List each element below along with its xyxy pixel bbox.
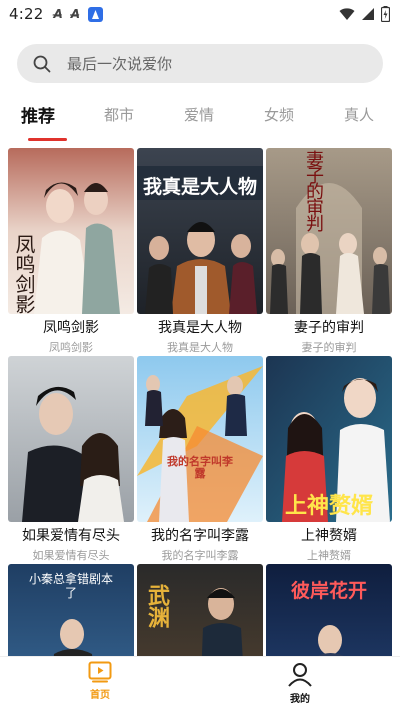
- drama-title[interactable]: 妻子的审判: [266, 317, 392, 337]
- drama-title[interactable]: 我真是大人物: [137, 317, 263, 337]
- battery-charging-icon: [381, 6, 390, 22]
- drama-title[interactable]: 凤鸣剑影: [8, 317, 134, 337]
- drama-card[interactable]: 彼岸花开: [266, 564, 392, 656]
- drama-poster[interactable]: 彼岸花开: [266, 564, 392, 656]
- search-bar[interactable]: 最后一次说爱你: [17, 44, 383, 83]
- status-time: 4:22: [9, 5, 44, 23]
- category-tabs: 推荐 都市 爱情 女频 真人: [0, 96, 400, 141]
- drama-subtitle: 妻子的审判: [301, 341, 357, 354]
- drama-subtitle: 如果爱情有尽头: [32, 549, 110, 562]
- drama-card[interactable]: 我的名字叫李露 我的名字叫李露 我的名字叫李露: [137, 356, 263, 563]
- notification-icons: A̶ A̶: [53, 6, 104, 22]
- tab-female[interactable]: 女频: [264, 104, 294, 125]
- poster-title-text: 我真是大人物: [142, 176, 257, 198]
- drama-poster[interactable]: 凤鸣剑影: [8, 148, 134, 314]
- drama-poster[interactable]: 我的名字叫李露: [137, 356, 263, 522]
- nav-mine-label: 我的: [290, 694, 310, 705]
- a-notification-icon: A̶: [70, 7, 81, 21]
- system-icons: [339, 6, 390, 22]
- drama-card[interactable]: 妻子的审判 妻子的审判 妻子的审判: [266, 148, 392, 355]
- nav-mine[interactable]: 我的: [260, 661, 340, 705]
- poster-title-text: 凤鸣剑影: [12, 234, 36, 314]
- drama-card[interactable]: 凤鸣剑影 凤鸣剑影 凤鸣剑影: [8, 148, 134, 355]
- tab-live-action[interactable]: 真人: [344, 104, 374, 125]
- drama-subtitle: 我的名字叫李露: [161, 549, 239, 562]
- nav-home[interactable]: 首页: [60, 661, 140, 701]
- search-placeholder: 最后一次说爱你: [67, 55, 173, 73]
- active-tab-indicator: [28, 138, 67, 141]
- poster-title-text: 妻子的审判: [303, 150, 324, 230]
- a-notification-icon: A̶: [53, 7, 63, 21]
- drama-poster[interactable]: 我真是大人物: [137, 148, 263, 314]
- drama-title[interactable]: 如果爱情有尽头: [8, 525, 134, 545]
- poster-title-text: 上神赘婿: [284, 494, 373, 519]
- poster-title-text: 我的名字叫李露: [167, 455, 233, 480]
- drama-poster[interactable]: [8, 356, 134, 522]
- drama-title[interactable]: 上神赘婿: [266, 525, 392, 545]
- tab-romance[interactable]: 爱情: [184, 104, 214, 125]
- drama-card[interactable]: 上神赘婿 上神赘婿 上神赘婿: [266, 356, 392, 563]
- drama-card[interactable]: 武渊: [137, 564, 263, 656]
- app-notification-icon: [88, 6, 104, 22]
- drama-subtitle: 凤鸣剑影: [49, 341, 93, 354]
- tab-recommend[interactable]: 推荐: [21, 102, 55, 127]
- poster-title-text: 武渊: [144, 584, 170, 628]
- poster-title-text: 小秦总拿错剧本了: [28, 572, 113, 600]
- drama-poster[interactable]: 小秦总拿错剧本了: [8, 564, 134, 656]
- search-icon: [33, 55, 51, 72]
- drama-card[interactable]: 如果爱情有尽头 如果爱情有尽头: [8, 356, 134, 563]
- drama-poster[interactable]: 武渊: [137, 564, 263, 656]
- drama-title[interactable]: 我的名字叫李露: [137, 525, 263, 545]
- wifi-icon: [339, 8, 355, 20]
- user-profile-icon: [288, 663, 312, 687]
- drama-poster[interactable]: 妻子的审判: [266, 148, 392, 314]
- tab-urban[interactable]: 都市: [104, 104, 134, 125]
- drama-subtitle: 我真是大人物: [167, 341, 233, 354]
- signal-icon: [362, 8, 374, 20]
- drama-poster[interactable]: 上神赘婿: [266, 356, 392, 522]
- drama-card[interactable]: 小秦总拿错剧本了: [8, 564, 134, 656]
- poster-title-text: 彼岸花开: [290, 580, 367, 602]
- bottom-nav: 首页 我的: [0, 656, 400, 711]
- drama-grid: 凤鸣剑影 凤鸣剑影 凤鸣剑影 我真是大人物 我真是大人物 我真是大人物 妻子的审…: [0, 148, 400, 656]
- drama-card[interactable]: 我真是大人物 我真是大人物 我真是大人物: [137, 148, 263, 355]
- status-bar: 4:22 A̶ A̶: [0, 0, 400, 28]
- drama-subtitle: 上神赘婿: [307, 549, 351, 562]
- nav-home-label: 首页: [90, 690, 110, 701]
- play-tv-icon: [88, 661, 112, 683]
